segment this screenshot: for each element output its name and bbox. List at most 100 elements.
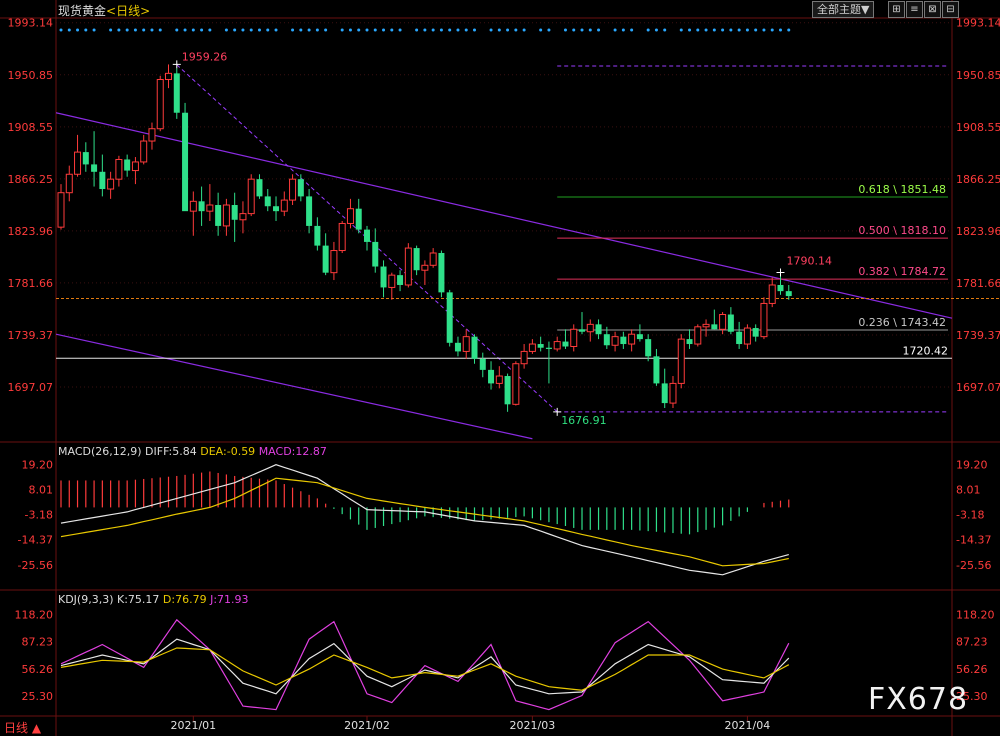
candle-body-up[interactable] [528,343,536,352]
event-dot[interactable] [663,28,667,32]
candle-body-up[interactable] [189,200,197,212]
event-dot[interactable] [621,28,625,32]
candle-body-up[interactable] [768,284,776,304]
candle-body-down[interactable] [727,314,734,332]
candle-body-up[interactable] [206,204,214,212]
event-dot[interactable] [340,28,344,32]
candle-body-down[interactable] [653,356,660,384]
candle-body-up[interactable] [702,323,710,328]
candle-body-down[interactable] [124,159,131,171]
event-dot[interactable] [473,28,476,32]
event-dot[interactable] [348,28,352,32]
event-dot[interactable] [778,28,782,32]
event-dot[interactable] [324,28,328,32]
event-dot[interactable] [563,28,567,32]
candle-body-up[interactable] [520,350,528,365]
restore-window-icon[interactable]: ⊠ [924,1,941,18]
candle-body-down[interactable] [231,205,238,220]
event-dot[interactable] [696,28,700,32]
event-dot[interactable] [646,28,650,32]
candle-body-down[interactable] [397,275,404,285]
candle-body-down[interactable] [438,252,445,293]
candle-body-down[interactable] [363,229,370,242]
theme-dropdown-button[interactable]: 全部主题▼ [812,1,875,18]
candle-body-down[interactable] [91,164,98,172]
candle-body-up[interactable] [148,128,156,142]
event-dot[interactable] [373,28,377,32]
candle-body-down[interactable] [99,171,106,190]
candle-body-up[interactable] [760,302,768,338]
event-dot[interactable] [233,28,237,32]
event-dot[interactable] [266,28,270,32]
candle-body-up[interactable] [743,327,751,345]
event-dot[interactable] [630,28,634,32]
event-dot[interactable] [497,28,501,32]
event-dot[interactable] [183,28,187,32]
event-dot[interactable] [654,28,658,32]
candle-body-up[interactable] [165,72,173,81]
period-selector[interactable]: 日线 [116,4,140,18]
candle-body-up[interactable] [239,213,247,221]
list-icon[interactable]: ≡ [906,1,923,18]
candle-body-down[interactable] [198,201,205,212]
candle-body-down[interactable] [537,344,544,348]
event-dot[interactable] [539,28,543,32]
event-dot[interactable] [415,28,419,32]
candle-body-down[interactable] [256,179,263,197]
event-dot[interactable] [175,28,179,32]
candle-body-down[interactable] [264,196,271,207]
event-dot[interactable] [150,28,154,32]
candle-body-down[interactable] [314,225,321,246]
event-dot[interactable] [307,28,311,32]
event-dot[interactable] [365,28,369,32]
candle-body-down[interactable] [82,152,89,165]
candle-body-down[interactable] [355,208,362,230]
candle-body-down[interactable] [636,334,643,340]
event-dot[interactable] [439,28,443,32]
candle-body-up[interactable] [131,161,139,172]
event-dot[interactable] [514,28,518,32]
event-dot[interactable] [572,28,576,32]
candle-body-down[interactable] [488,369,495,384]
candle-body-down[interactable] [545,347,552,349]
candle-body-up[interactable] [586,323,594,333]
event-dot[interactable] [489,28,493,32]
event-dot[interactable] [398,28,402,32]
event-dot[interactable] [762,28,766,32]
event-dot[interactable] [597,28,601,32]
event-dot[interactable] [423,28,427,32]
candle-body-down[interactable] [413,248,420,271]
candle-body-down[interactable] [785,291,792,297]
event-dot[interactable] [704,28,708,32]
candle-body-down[interactable] [504,376,511,405]
event-dot[interactable] [133,28,137,32]
candle-body-up[interactable] [57,192,65,228]
event-dot[interactable] [84,28,88,32]
event-dot[interactable] [382,28,386,32]
event-dot[interactable] [158,28,162,32]
event-dot[interactable] [770,28,774,32]
event-dot[interactable] [191,28,195,32]
candle-body-up[interactable] [289,178,297,201]
event-dot[interactable] [737,28,741,32]
candle-body-up[interactable] [495,375,503,384]
candle-body-down[interactable] [562,341,569,347]
event-dot[interactable] [464,28,468,32]
event-dot[interactable] [787,28,791,32]
candle-body-up[interactable] [107,178,115,190]
event-dot[interactable] [249,28,253,32]
candle-body-down[interactable] [173,73,180,113]
candle-body-up[interactable] [553,341,561,350]
minimize-window-icon[interactable]: ⊟ [942,1,959,18]
event-dot[interactable] [208,28,212,32]
event-dot[interactable] [431,28,435,32]
candle-body-up[interactable] [719,314,727,330]
candle-body-up[interactable] [512,363,520,405]
candle-body-up[interactable] [677,338,685,384]
candle-body-down[interactable] [322,245,329,273]
candle-body-up[interactable] [462,336,470,352]
event-dot[interactable] [67,28,71,32]
candle-body-down[interactable] [446,292,453,343]
candle-body-up[interactable] [330,250,338,274]
event-dot[interactable] [580,28,584,32]
